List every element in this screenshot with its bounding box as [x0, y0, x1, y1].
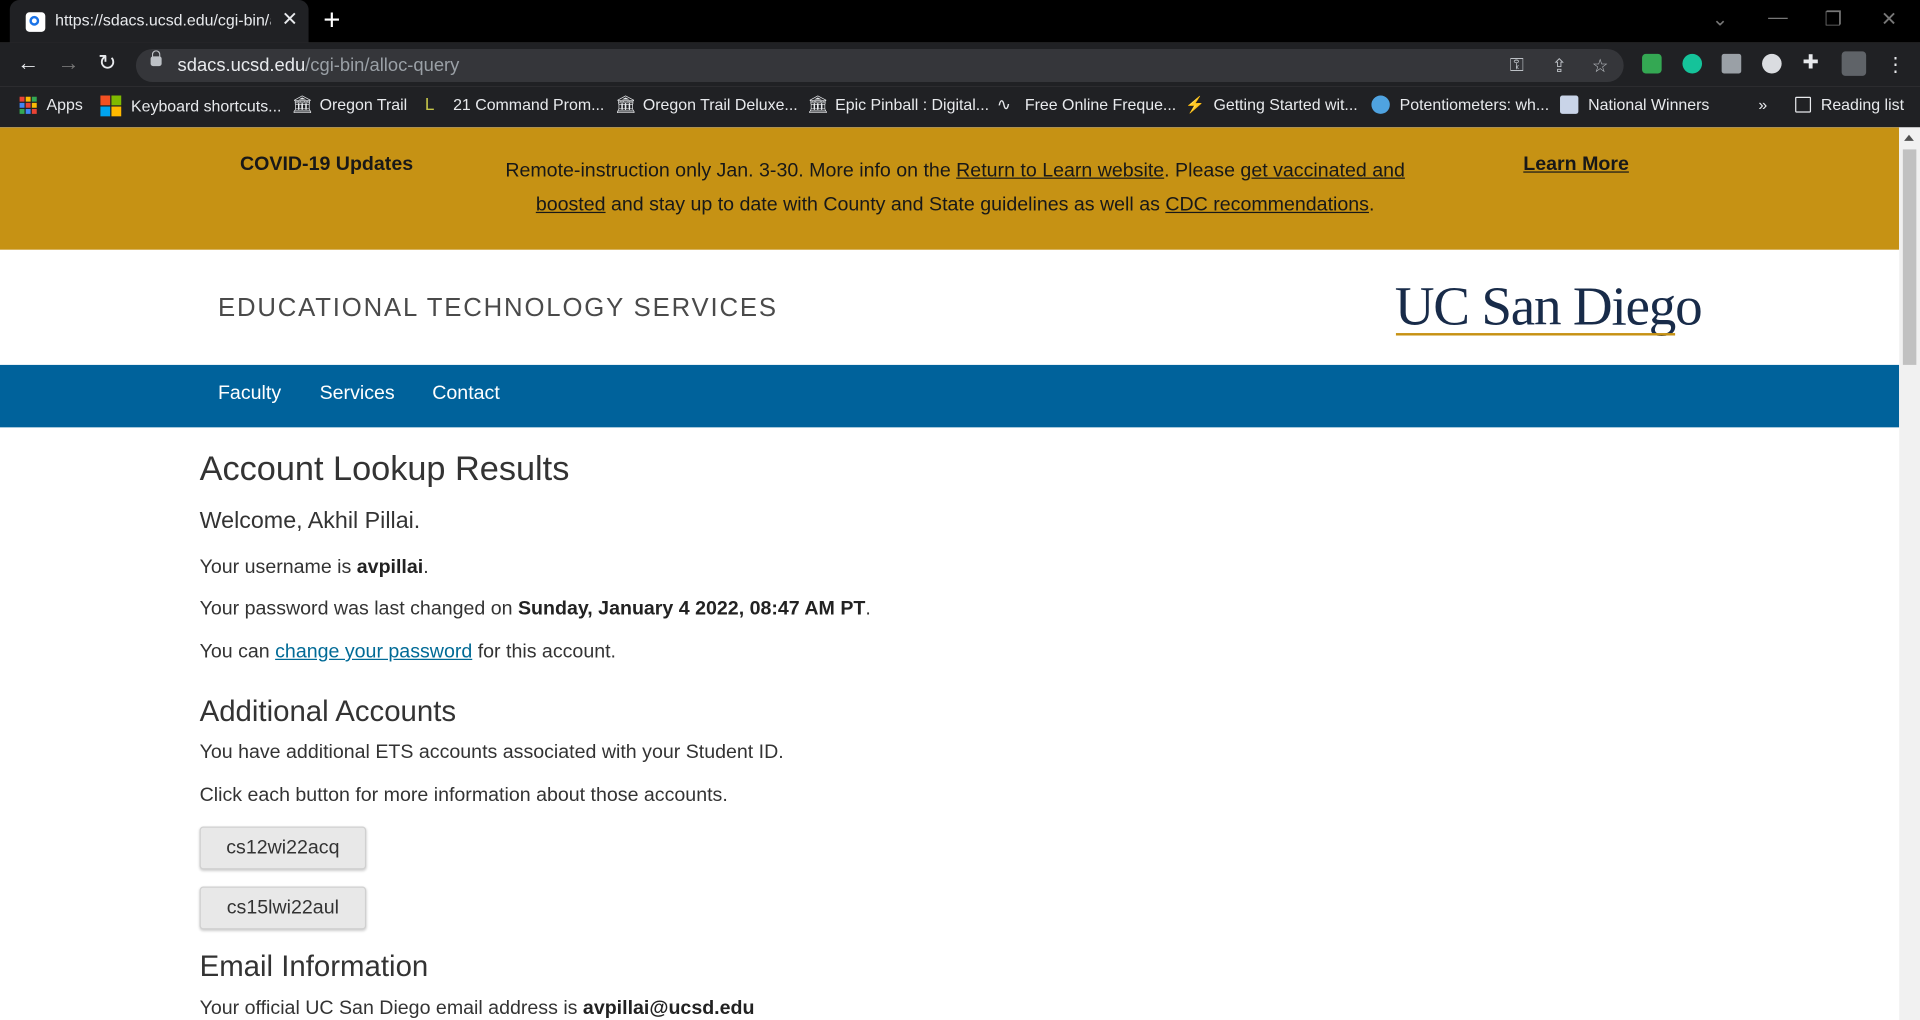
nav-services[interactable]: Services: [320, 383, 395, 405]
bookmark-apps[interactable]: Apps: [19, 96, 83, 114]
minimize-icon[interactable]: —: [1768, 7, 1788, 29]
reload-icon[interactable]: ↻: [98, 50, 116, 76]
covid-banner: COVID-19 Updates Remote-instruction only…: [0, 127, 1900, 250]
uc-san-diego-logo[interactable]: UC San Diego: [1395, 274, 1703, 338]
bookmark-frequency[interactable]: ∿ Free Online Freque...: [996, 94, 1176, 114]
profile-avatar[interactable]: [1841, 51, 1867, 76]
archive-building-icon: 🏛: [806, 94, 829, 114]
microsoft-icon: [100, 95, 122, 117]
site-header: EDUCATIONAL TECHNOLOGY SERVICES UC San D…: [0, 249, 1900, 365]
bookmark-oregon-trail-deluxe[interactable]: 🏛 Oregon Trail Deluxe...: [614, 94, 798, 114]
password-changed-line: Your password was last changed on Sunday…: [199, 598, 871, 620]
nav-faculty[interactable]: Faculty: [218, 383, 281, 405]
page-scrollbar[interactable]: [1899, 127, 1920, 1020]
bookmark-keyboard-shortcuts[interactable]: Keyboard shortcuts...: [100, 95, 281, 117]
archive-building-icon: 🏛: [291, 94, 314, 114]
close-tab-icon[interactable]: ✕: [282, 7, 298, 31]
change-password-link[interactable]: change your password: [275, 642, 472, 663]
username-value: avpillai: [356, 557, 424, 578]
change-password-line: You can change your password for this ac…: [199, 641, 616, 663]
bookmark-star-icon[interactable]: ☆: [1592, 55, 1608, 77]
extension-icon[interactable]: [1721, 53, 1742, 74]
cdc-recommendations-link[interactable]: CDC recommendations: [1165, 195, 1369, 216]
forward-icon[interactable]: →: [58, 50, 80, 76]
covid-message: Remote-instruction only Jan. 3-30. More …: [505, 160, 1405, 216]
browser-titlebar: https://sdacs.ucsd.edu/cgi-bin/al ✕ + ⌄ …: [0, 0, 1920, 43]
lock-icon[interactable]: [150, 50, 162, 67]
share-icon[interactable]: ⇪: [1551, 55, 1566, 77]
email-address: avpillai@ucsd.edu: [582, 997, 755, 1019]
bookmarks-bar: Apps Keyboard shortcuts... 🏛 Oregon Trai…: [0, 86, 1920, 128]
covid-label: COVID-19 Updates: [240, 154, 414, 176]
bookmark-getting-started[interactable]: ⚡ Getting Started wit...: [1185, 96, 1357, 114]
bookmark-site-icon: ⚡: [1185, 95, 1206, 114]
extension-icon[interactable]: [1762, 53, 1782, 74]
apps-grid-icon: [19, 96, 37, 114]
email-line: Your official UC San Diego email address…: [199, 997, 755, 1019]
scrollbar-thumb[interactable]: [1902, 149, 1917, 365]
grammarly-extension-icon[interactable]: [1682, 53, 1703, 74]
bookmark-potentiometers[interactable]: Potentiometers: wh...: [1371, 95, 1549, 114]
welcome-text: Welcome, Akhil Pillai.: [199, 508, 421, 534]
reading-list-button[interactable]: Reading list: [1795, 96, 1904, 114]
learn-more-link[interactable]: Learn More: [1523, 154, 1629, 176]
browser-tab[interactable]: https://sdacs.ucsd.edu/cgi-bin/al ✕: [9, 0, 309, 43]
browser-menu-icon[interactable]: ⋮: [1886, 53, 1906, 77]
tab-title: https://sdacs.ucsd.edu/cgi-bin/al: [55, 11, 271, 30]
username-line: Your username is avpillai.: [199, 557, 429, 578]
logo-underline: [1395, 333, 1676, 336]
bookmarks-overflow-button[interactable]: »: [1758, 96, 1767, 114]
shield-extension-icon[interactable]: [1642, 53, 1662, 74]
additional-accounts-heading: Additional Accounts: [199, 695, 457, 729]
nav-contact[interactable]: Contact: [432, 383, 500, 405]
site-favicon-icon: [25, 12, 46, 32]
bookmark-l-icon: L: [424, 94, 435, 114]
account-button-cs12wi22acq[interactable]: cs12wi22acq: [199, 826, 367, 870]
bookmark-epic-pinball[interactable]: 🏛 Epic Pinball : Digital...: [806, 94, 989, 114]
restore-icon[interactable]: ❐: [1825, 7, 1843, 31]
bookmark-site-icon: [1560, 95, 1579, 114]
web-page: COVID-19 Updates Remote-instruction only…: [0, 127, 1900, 1020]
email-information-heading: Email Information: [199, 950, 429, 984]
account-button-cs15lwi22aul[interactable]: cs15lwi22aul: [199, 886, 367, 930]
browser-toolbar: ← → ↻ sdacs.ucsd.edu/cgi-bin/alloc-query…: [0, 42, 1920, 87]
additional-accounts-text: You have additional ETS accounts associa…: [199, 742, 784, 763]
main-nav: Faculty Services Contact: [0, 364, 1900, 428]
address-bar[interactable]: sdacs.ucsd.edu/cgi-bin/alloc-query ⚿ ⇪ ☆: [135, 48, 1624, 83]
back-icon[interactable]: ←: [17, 50, 39, 76]
waveform-icon: ∿: [996, 94, 1012, 114]
page-title: Account Lookup Results: [199, 449, 570, 488]
reading-list-icon: [1795, 96, 1812, 113]
password-changed-date: Sunday, January 4 2022, 08:47 AM PT: [517, 598, 866, 620]
close-window-icon[interactable]: ✕: [1881, 7, 1897, 31]
puzzle-extensions-icon[interactable]: ✚: [1802, 50, 1818, 74]
additional-accounts-instructions: Click each button for more information a…: [199, 784, 728, 806]
department-name[interactable]: EDUCATIONAL TECHNOLOGY SERVICES: [218, 294, 778, 323]
url-text: sdacs.ucsd.edu/cgi-bin/alloc-query: [177, 55, 460, 76]
archive-building-icon: 🏛: [614, 94, 637, 114]
tab-search-icon[interactable]: ⌄: [1712, 7, 1728, 31]
bookmark-site-icon: [1371, 95, 1390, 114]
bookmark-command-prompt[interactable]: L 21 Command Prom...: [424, 94, 604, 114]
bookmark-oregon-trail[interactable]: 🏛 Oregon Trail: [291, 94, 407, 114]
key-icon[interactable]: ⚿: [1510, 55, 1524, 76]
bookmark-national-winners[interactable]: National Winners: [1560, 95, 1709, 114]
scroll-up-icon[interactable]: [1904, 134, 1914, 141]
return-to-learn-link[interactable]: Return to Learn website: [956, 160, 1164, 181]
new-tab-button[interactable]: +: [323, 4, 340, 38]
